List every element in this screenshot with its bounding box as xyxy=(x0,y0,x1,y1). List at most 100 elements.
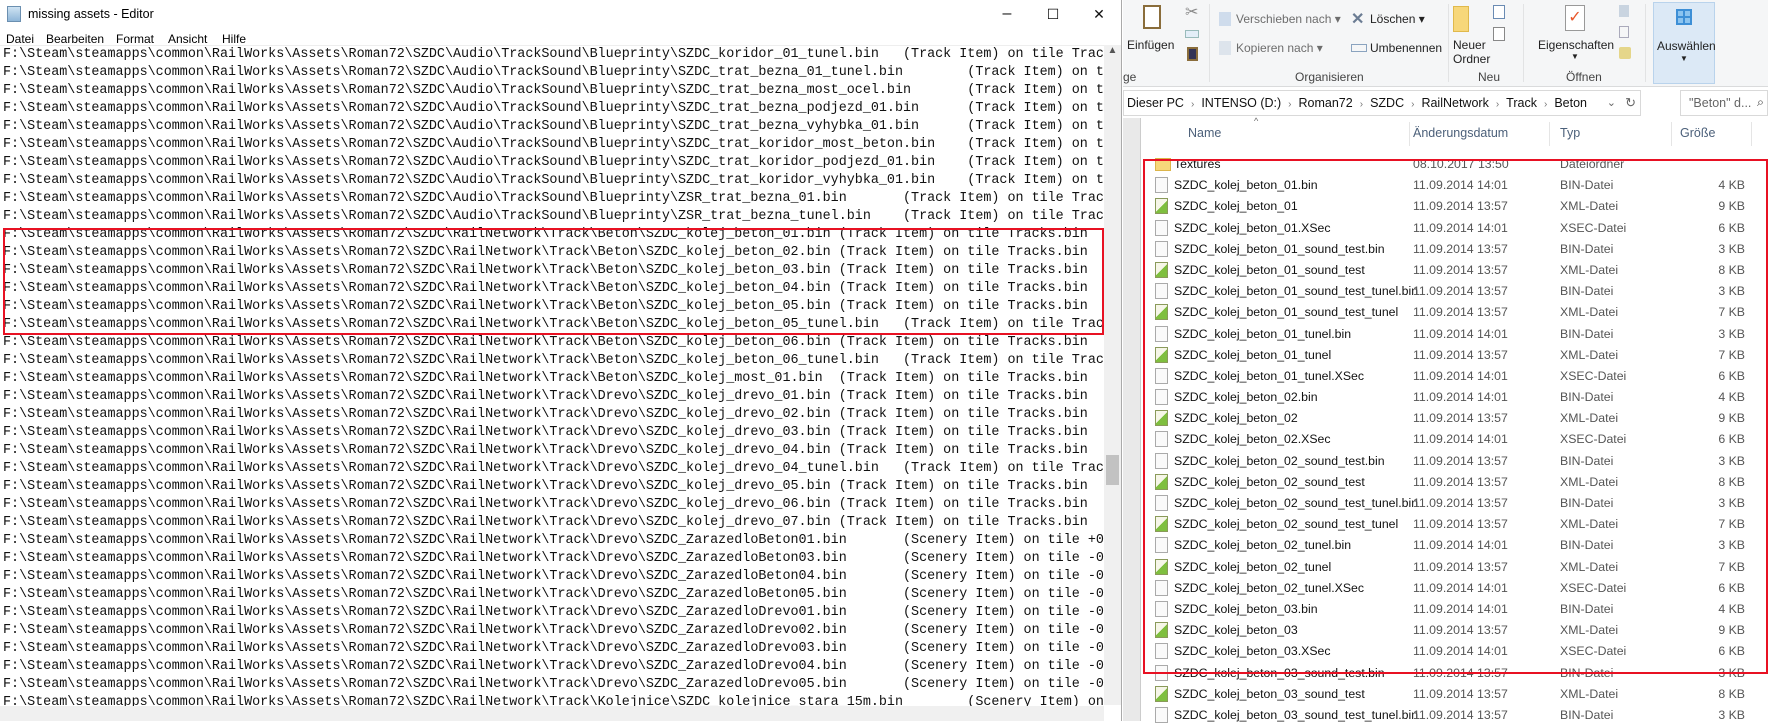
text-area[interactable]: F:\Steam\steamapps\common\RailWorks\Asse… xyxy=(0,45,1104,713)
rename-button[interactable]: Umbenennen xyxy=(1370,41,1442,55)
menu-datei[interactable]: Datei xyxy=(6,32,34,46)
edit-icon[interactable] xyxy=(1619,26,1629,38)
new-folder-button[interactable]: Neuer Ordner xyxy=(1453,38,1490,66)
column-date[interactable]: Änderungsdatum xyxy=(1413,126,1508,140)
file-row[interactable]: SZDC_kolej_beton_02_sound_test_tunel 11.0… xyxy=(1143,514,1768,535)
file-name: SZDC_kolej_beton_03_sound_test xyxy=(1174,686,1365,701)
file-row[interactable]: SZDC_kolej_beton_03 11.09.2014 13:57 XML-D… xyxy=(1143,620,1768,641)
scroll-up-icon[interactable]: ▲ xyxy=(1104,45,1121,56)
file-row[interactable]: SZDC_kolej_beton_01.XSec 11.09.2014 14:01… xyxy=(1143,218,1768,239)
file-row[interactable]: SZDC_kolej_beton_01 11.09.2014 13:57 XML-D… xyxy=(1143,196,1768,217)
column-name[interactable]: Name xyxy=(1188,126,1221,140)
column-divider[interactable] xyxy=(1549,122,1550,146)
history-icon[interactable] xyxy=(1619,47,1631,59)
breadcrumb-chevron-icon[interactable]: › xyxy=(1191,99,1194,110)
file-row[interactable]: Textures 08.10.2017 13:50 Dateiordner xyxy=(1143,154,1768,175)
breadcrumb-item[interactable]: INTENSO (D:) xyxy=(1201,96,1281,110)
breadcrumb-item[interactable]: Track xyxy=(1506,96,1537,110)
breadcrumb-chevron-icon[interactable]: › xyxy=(1360,99,1363,110)
file-name: Textures xyxy=(1174,157,1221,171)
navigation-pane-scrollbar[interactable] xyxy=(1123,118,1141,721)
delete-button[interactable]: Löschen ▾ xyxy=(1370,12,1425,26)
file-row[interactable]: SZDC_kolej_beton_03.bin 11.09.2014 14:01 B… xyxy=(1143,599,1768,620)
file-date: 11.09.2014 13:57 xyxy=(1413,496,1508,510)
file-explorer-window: Einfügen ✂ ge Verschieben nach ▾ Kopiere… xyxy=(1123,0,1768,723)
select-button[interactable]: Auswählen ▼ xyxy=(1653,2,1716,84)
file-row[interactable]: SZDC_kolej_beton_02 11.09.2014 13:57 XML-D… xyxy=(1143,408,1768,429)
file-type: BIN-Datei xyxy=(1560,241,1614,256)
file-name: SZDC_kolej_beton_02.XSec xyxy=(1174,432,1331,447)
easy-access-icon[interactable] xyxy=(1493,27,1505,41)
breadcrumb-chevron-icon[interactable]: › xyxy=(1544,99,1547,110)
search-input[interactable]: "Beton" d... ⌕ xyxy=(1680,90,1768,116)
properties-button[interactable]: Eigenschaften xyxy=(1538,38,1614,52)
address-dropdown-icon[interactable]: ⌄ xyxy=(1607,96,1616,109)
file-date: 11.09.2014 14:01 xyxy=(1413,601,1508,616)
refresh-icon[interactable]: ↻ xyxy=(1625,95,1636,111)
breadcrumb-chevron-icon[interactable]: › xyxy=(1411,99,1414,110)
properties-dropdown-icon[interactable]: ▼ xyxy=(1571,52,1579,61)
new-item-icon[interactable] xyxy=(1493,5,1505,19)
column-size[interactable]: Größe xyxy=(1680,126,1715,140)
file-name: SZDC_kolej_beton_01_tunel xyxy=(1174,347,1332,362)
file-row[interactable]: SZDC_kolej_beton_01_tunel 11.09.2014 13:5… xyxy=(1143,345,1768,366)
file-row[interactable]: SZDC_kolej_beton_01_tunel.bin 11.09.2014 … xyxy=(1143,324,1768,345)
scissors-icon[interactable]: ✂ xyxy=(1185,2,1198,22)
breadcrumb-item[interactable]: SZDC xyxy=(1370,96,1404,110)
text-line: F:\Steam\steamapps\common\RailWorks\Asse… xyxy=(3,407,1088,422)
open-icon[interactable] xyxy=(1619,5,1629,17)
breadcrumb-item[interactable]: RailNetwork xyxy=(1421,96,1488,110)
column-type[interactable]: Typ xyxy=(1560,126,1580,140)
paste-shortcut-icon[interactable] xyxy=(1187,47,1198,61)
breadcrumb-item[interactable]: Roman72 xyxy=(1299,96,1353,110)
file-date: 11.09.2014 13:57 xyxy=(1413,665,1508,680)
rename-icon xyxy=(1351,44,1367,52)
breadcrumb-item[interactable]: Beton xyxy=(1554,96,1587,110)
menu-format[interactable]: Format xyxy=(116,32,154,46)
xml-icon xyxy=(1155,304,1168,321)
file-row[interactable]: SZDC_kolej_beton_02_tunel.XSec 11.09.2014… xyxy=(1143,578,1768,599)
file-row[interactable]: SZDC_kolej_beton_02.bin 11.09.2014 14:01 B… xyxy=(1143,387,1768,408)
file-row[interactable]: SZDC_kolej_beton_01_tunel.XSec 11.09.2014… xyxy=(1143,366,1768,387)
file-row[interactable]: SZDC_kolej_beton_01_sound_test 11.09.2014… xyxy=(1143,260,1768,281)
file-row[interactable]: SZDC_kolej_beton_02_tunel.bin 11.09.2014 … xyxy=(1143,535,1768,556)
file-row[interactable]: SZDC_kolej_beton_01_sound_test.bin 11.09.… xyxy=(1143,239,1768,260)
maximize-button[interactable]: ☐ xyxy=(1030,0,1076,30)
scrollbar-thumb[interactable] xyxy=(1106,455,1119,485)
file-row[interactable]: SZDC_kolej_beton_02_sound_test_tunel.bin… xyxy=(1143,493,1768,514)
column-divider[interactable] xyxy=(1751,122,1752,146)
column-divider[interactable] xyxy=(1409,122,1410,146)
move-to-button[interactable]: Verschieben nach ▾ xyxy=(1236,12,1341,26)
file-row[interactable]: SZDC_kolej_beton_02_tunel 11.09.2014 13:5… xyxy=(1143,557,1768,578)
breadcrumb-item[interactable]: Dieser PC xyxy=(1127,96,1184,110)
menu-ansicht[interactable]: Ansicht xyxy=(168,32,207,46)
close-button[interactable]: ✕ xyxy=(1076,0,1122,30)
file-row[interactable]: SZDC_kolej_beton_03_sound_test 11.09.2014… xyxy=(1143,684,1768,705)
menu-bearbeiten[interactable]: Bearbeiten xyxy=(46,32,104,46)
file-name: SZDC_kolej_beton_01_sound_test_tunel.bin xyxy=(1174,284,1419,299)
xml-icon xyxy=(1155,473,1168,490)
copy-path-icon[interactable] xyxy=(1185,30,1199,38)
breadcrumb-chevron-icon[interactable]: › xyxy=(1496,99,1499,110)
file-row[interactable]: SZDC_kolej_beton_03_sound_test_tunel.bin… xyxy=(1143,705,1768,726)
horizontal-scrollbar[interactable] xyxy=(0,706,1104,721)
file-icon xyxy=(1155,367,1168,384)
file-row[interactable]: SZDC_kolej_beton_02_sound_test 11.09.2014… xyxy=(1143,472,1768,493)
copy-to-button[interactable]: Kopieren nach ▾ xyxy=(1236,41,1323,55)
menu-hilfe[interactable]: Hilfe xyxy=(222,32,246,46)
separator xyxy=(1523,4,1524,82)
file-row[interactable]: SZDC_kolej_beton_02.XSec 11.09.2014 14:01… xyxy=(1143,429,1768,450)
file-row[interactable]: SZDC_kolej_beton_03.XSec 11.09.2014 14:01… xyxy=(1143,641,1768,662)
file-row[interactable]: SZDC_kolej_beton_02_sound_test.bin 11.09.… xyxy=(1143,451,1768,472)
paste-button[interactable]: Einfügen xyxy=(1127,38,1174,52)
column-divider[interactable] xyxy=(1671,122,1672,146)
address-bar[interactable]: Dieser PC › INTENSO (D:) › Roman72 › SZDC › Rail… xyxy=(1123,90,1641,116)
file-row[interactable]: SZDC_kolej_beton_01_sound_test_tunel 11.0… xyxy=(1143,302,1768,323)
file-row[interactable]: SZDC_kolej_beton_01_sound_test_tunel.bin… xyxy=(1143,281,1768,302)
file-type: XML-Datei xyxy=(1560,517,1619,532)
breadcrumb-chevron-icon[interactable]: › xyxy=(1288,99,1291,110)
file-row[interactable]: SZDC_kolej_beton_01.bin 11.09.2014 14:01 B… xyxy=(1143,175,1768,196)
minimize-button[interactable]: – xyxy=(984,0,1030,30)
file-row[interactable]: SZDC_kolej_beton_03_sound_test.bin 11.09.… xyxy=(1143,663,1768,684)
vertical-scrollbar[interactable]: ▲ xyxy=(1104,45,1121,705)
